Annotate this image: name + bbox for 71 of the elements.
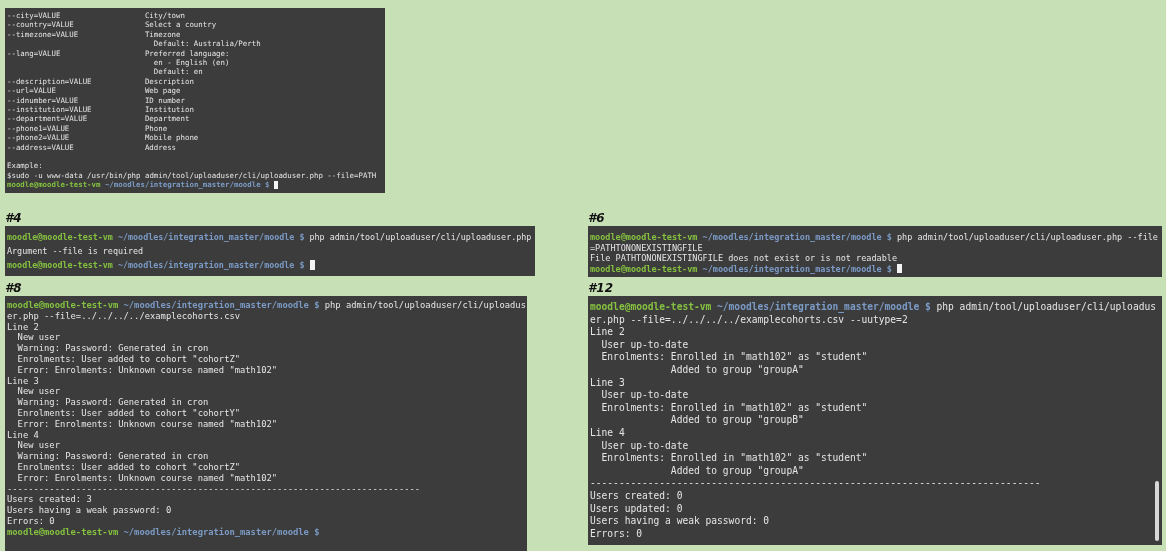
prompt-user: moodle@moodle-test-vm <box>590 301 712 314</box>
prompt-symbol: $ <box>299 231 305 244</box>
output-line: New user <box>16 386 60 398</box>
output-line: File PATHTONONEXISTINGFILE does not exist or is not readable <box>590 253 898 264</box>
output-line: Line 2 <box>590 326 625 339</box>
output-line: User up-to-date <box>600 439 689 453</box>
output-line: Enrolments: Enrolled in "math102" as "student" <box>600 452 868 465</box>
output-line: er.php --file=../../../../examplecohorts.csv --uutype=2 <box>590 313 908 327</box>
command-text: php admin/tool/uploaduser/cli/uploaduser.php --file <box>897 232 1158 243</box>
output-line: Warning: Password: Generated in cron <box>16 343 209 354</box>
output-line: Enrolments: Enrolled in "math102" as "student" <box>600 351 868 364</box>
output-line: Enrolments: User added to cohort "cohortZ" <box>16 461 241 473</box>
output-line: Users having a weak password: 0 <box>590 515 770 528</box>
output-line: Added to group "groupA" <box>669 464 804 478</box>
output-line: Errors: 0 <box>590 527 642 541</box>
prompt-symbol: $ <box>314 526 320 538</box>
command-text: php admin/tool/uploaduser/cli/uploaduser.php <box>309 231 532 244</box>
prompt-path: ~/moodles/integration_master/moodle <box>717 301 920 314</box>
prompt-user: moodle@moodle-test-vm <box>7 526 119 538</box>
prompt-path: ~/moodles/integration_master/moodle <box>702 263 882 274</box>
output-line: User up-to-date <box>600 389 689 402</box>
screenshot-label: #12 <box>588 280 615 296</box>
prompt-path: ~/moodles/integration_master/moodle <box>117 231 295 244</box>
output-line: Enrolments: User added to cohort "cohortZ" <box>16 354 241 365</box>
prompt-user: moodle@moodle-test-vm <box>7 300 119 311</box>
screenshot-label: #8 <box>5 280 23 296</box>
output-line: Users having a weak password: 0 <box>7 505 172 516</box>
prompt-user: moodle@moodle-test-vm <box>7 259 113 272</box>
screenshot-label: #4 <box>5 210 23 226</box>
command-text: php admin/tool/uploaduser/cli/uploadus <box>936 301 1156 314</box>
output-line: Error: Enrolments: Unknown course named "math102" <box>16 472 278 484</box>
scrollbar[interactable] <box>1155 481 1159 541</box>
output-line: Enrolments: Enrolled in "math102" as "student" <box>600 401 868 415</box>
output-line: Added to group "groupA" <box>669 363 804 377</box>
prompt-symbol: $ <box>886 232 892 243</box>
prompt-path: ~/moodles/integration_master/moodle <box>123 300 309 311</box>
prompt-path: ~/moodles/integration_master/moodle <box>702 232 882 243</box>
output-line: User up-to-date <box>600 338 689 352</box>
output-line: New user <box>16 440 60 452</box>
output-line: ------------------------------------------------------------------------------ <box>590 477 1041 490</box>
prompt-path: ~/moodles/integration_master/moodle <box>123 526 309 538</box>
output-line: Warning: Password: Generated in cron <box>16 397 209 408</box>
output-line: Added to group "groupB" <box>669 414 804 427</box>
output-line: Warning: Password: Generated in cron <box>16 451 209 462</box>
output-line: Line 2 <box>7 321 39 333</box>
output-line: =PATHTONONEXISTINGFILE <box>590 242 703 253</box>
output-line: Users created: 0 <box>590 489 683 503</box>
output-line: Line 3 <box>590 376 625 390</box>
command-text: php admin/tool/uploaduser/cli/uploadus <box>324 300 526 311</box>
output-line: Errors: 0 <box>7 515 55 527</box>
prompt-symbol: $ <box>299 259 305 272</box>
prompt-symbol: $ <box>314 300 320 311</box>
output-line: ------------------------------------------------------------------------------ <box>7 483 421 495</box>
output-line: Users updated: 0 <box>590 502 683 516</box>
output-line: Users created: 3 <box>7 494 92 506</box>
prompt-user: moodle@moodle-test-vm <box>590 232 698 243</box>
output-line: er.php --file=../../../../examplecohorts.csv <box>7 310 241 322</box>
output-line: Line 3 <box>7 375 39 387</box>
output-line: Line 4 <box>590 426 625 440</box>
prompt-symbol: $ <box>886 263 892 274</box>
prompt-user: moodle@moodle-test-vm <box>7 231 113 244</box>
prompt-user: moodle@moodle-test-vm <box>590 263 698 274</box>
output-line: Argument --file is required <box>7 245 144 258</box>
output-line: Error: Enrolments: Unknown course named "math102" <box>16 364 278 376</box>
output-line: Enrolments: User added to cohort "cohortY" <box>16 407 241 419</box>
prompt-path: ~/moodles/integration_master/moodle <box>117 259 295 272</box>
output-line: New user <box>16 332 60 344</box>
prompt-symbol: $ <box>924 301 931 314</box>
output-line: Line 4 <box>7 429 39 441</box>
screenshot-label: #6 <box>588 210 606 226</box>
output-line: Error: Enrolments: Unknown course named "math102" <box>16 418 278 430</box>
